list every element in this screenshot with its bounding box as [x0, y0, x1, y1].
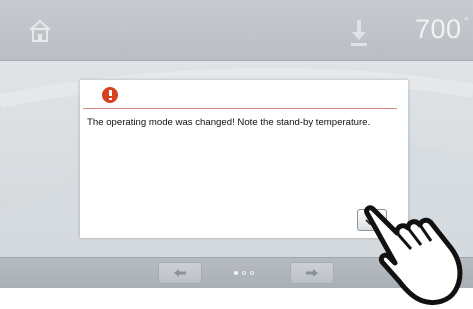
- alert-icon: [102, 87, 118, 103]
- dialog-message: The operating mode was changed! Note the…: [87, 117, 371, 128]
- home-icon[interactable]: [27, 18, 53, 44]
- temperature-unit: °: [464, 14, 469, 28]
- page-dot: [250, 271, 254, 275]
- arrow-right-icon: [306, 269, 318, 277]
- temperature-value: 700: [415, 14, 462, 44]
- previous-button[interactable]: [158, 262, 202, 284]
- arrow-down-icon: [351, 20, 367, 46]
- next-button[interactable]: [290, 262, 334, 284]
- arrow-left-icon: [174, 269, 186, 277]
- status-bar: [0, 0, 473, 61]
- dialog-divider: [83, 108, 397, 109]
- pointing-hand-icon: [364, 205, 463, 306]
- page-dot: [242, 271, 246, 275]
- page-dot-active: [234, 271, 238, 275]
